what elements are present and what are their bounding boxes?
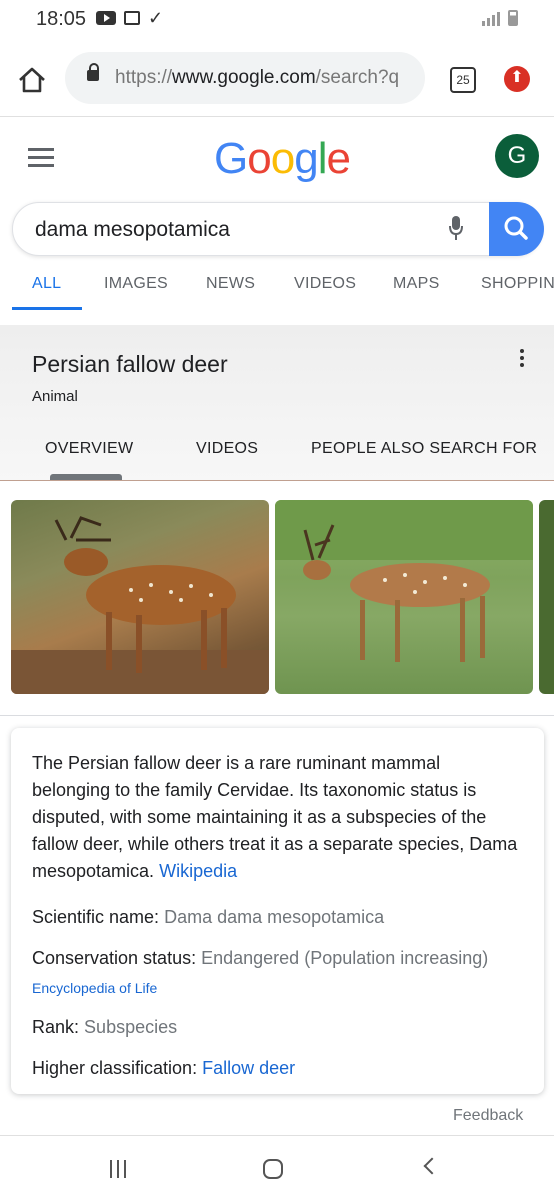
feedback-link[interactable]: Feedback: [453, 1107, 523, 1125]
fact-conservation-status: Conservation status: Endangered (Populat…: [32, 948, 489, 968]
signal-icon: [482, 10, 500, 26]
fact-higher-classification: Higher classification: Fallow deer: [32, 1058, 296, 1078]
deer-image-2[interactable]: [275, 500, 533, 694]
avatar[interactable]: G: [495, 134, 539, 178]
browser-toolbar: https://www.google.com/search?q 25 ⬆: [0, 40, 554, 117]
url-text[interactable]: https://www.google.com/search?q: [115, 67, 415, 89]
active-tab-indicator: [12, 307, 82, 310]
deer-image-1[interactable]: [11, 500, 269, 694]
search-button[interactable]: [489, 202, 544, 256]
search-icon: [504, 216, 528, 240]
address-bar[interactable]: https://www.google.com/search?q: [65, 52, 425, 104]
google-logo[interactable]: Google: [214, 134, 351, 184]
logo-letter: g: [294, 134, 319, 183]
divider: [0, 480, 554, 481]
page-title: Persian fallow deer: [32, 351, 228, 377]
youtube-icon: [96, 11, 116, 25]
knowledge-panel-header: Persian fallow deer Animal OVERVIEW VIDE…: [0, 325, 554, 481]
fallow-deer-link[interactable]: Fallow deer: [202, 1058, 295, 1078]
notification-icons: ✓: [96, 8, 164, 28]
entity-type: Animal: [32, 388, 78, 405]
tab-shopping[interactable]: SHOPPING: [481, 275, 554, 293]
home-icon[interactable]: [16, 64, 48, 96]
fact-rank: Rank: Subspecies: [32, 1017, 178, 1037]
status-bar: 18:05 ✓: [0, 0, 554, 40]
menu-icon[interactable]: [28, 148, 54, 172]
microphone-icon[interactable]: [449, 215, 463, 241]
update-icon[interactable]: ⬆: [504, 66, 530, 92]
search-box[interactable]: dama mesopotamica: [12, 202, 544, 256]
system-icons: [482, 10, 518, 26]
battery-icon: [508, 10, 518, 26]
tab-images[interactable]: IMAGES: [104, 275, 168, 293]
search-input[interactable]: dama mesopotamica: [35, 218, 230, 242]
logo-letter: o: [247, 134, 272, 183]
description-text: The Persian fallow deer is a rare rumina…: [32, 753, 518, 881]
result-tabs: ALL IMAGES NEWS VIDEOS MAPS SHOPPING: [0, 262, 554, 310]
tab-maps[interactable]: MAPS: [393, 275, 440, 293]
tab-videos[interactable]: VIDEOS: [294, 275, 356, 293]
tab-people-also-search[interactable]: PEOPLE ALSO SEARCH FOR: [311, 440, 537, 458]
lock-icon: [87, 63, 99, 81]
tab-news[interactable]: NEWS: [206, 275, 255, 293]
tab-videos-kp[interactable]: VIDEOS: [196, 440, 258, 458]
wikipedia-link[interactable]: Wikipedia: [159, 861, 237, 881]
deer-image-3-partial[interactable]: [539, 500, 554, 694]
check-icon: ✓: [148, 8, 164, 28]
tab-switcher-button[interactable]: 25: [450, 67, 476, 93]
more-options-icon[interactable]: [520, 349, 528, 370]
tab-all[interactable]: ALL: [32, 275, 61, 293]
divider: [0, 715, 554, 716]
fact-scientific-name: Scientific name: Dama dama mesopotamica: [32, 907, 385, 927]
recent-apps-icon[interactable]: [110, 1160, 126, 1178]
back-icon[interactable]: [423, 1157, 441, 1175]
tab-overview[interactable]: OVERVIEW: [45, 440, 133, 458]
logo-letter: e: [326, 134, 351, 183]
description-card: The Persian fallow deer is a rare rumina…: [11, 728, 544, 1094]
home-nav-icon[interactable]: [263, 1159, 283, 1179]
divider: [0, 1135, 554, 1136]
gallery-icon: [124, 11, 140, 25]
logo-letter: G: [214, 134, 248, 183]
logo-letter: o: [270, 134, 296, 183]
clock: 18:05: [36, 8, 87, 30]
encyclopedia-of-life-link[interactable]: Encyclopedia of Life: [32, 980, 157, 996]
